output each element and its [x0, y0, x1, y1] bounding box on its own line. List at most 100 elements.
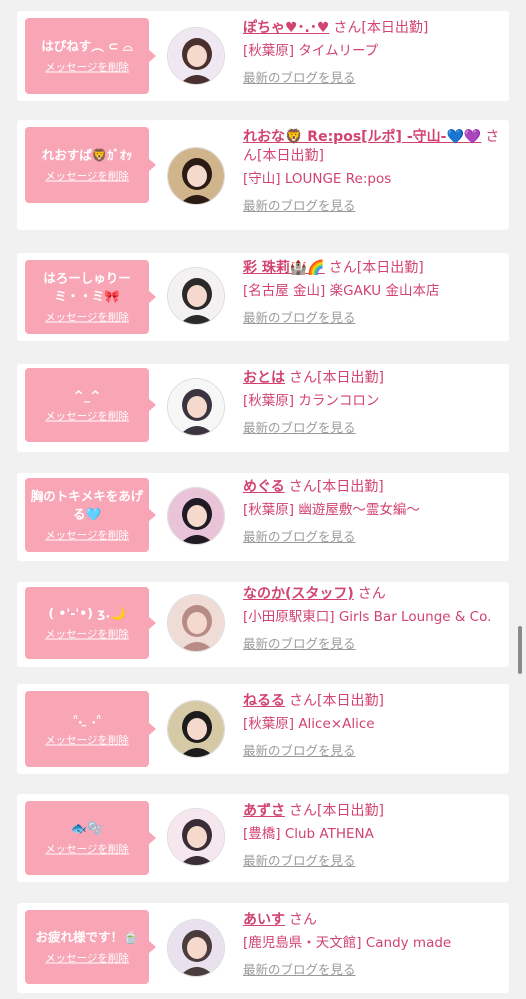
message-bubble: ^_^ メッセージを削除: [25, 368, 156, 442]
cast-info: ねるる さん[本日出勤] [秋葉原] Alice×Alice 最新のブログを見る: [243, 692, 505, 759]
shop-name: [秋葉原] 幽遊屋敷〜霊女編〜: [243, 502, 420, 518]
name-line: めぐる さん[本日出勤]: [243, 478, 505, 497]
cast-status: さん[本日出勤]: [288, 479, 384, 495]
message-text: 胸のトキメキをあげる🩵: [30, 488, 144, 522]
message-text: ( •'-'•) ʒ.🌙: [48, 605, 126, 621]
latest-blog-link[interactable]: 最新のブログを見る: [243, 740, 505, 759]
latest-blog-link[interactable]: 最新のブログを見る: [243, 633, 505, 652]
cast-info: めぐる さん[本日出勤] [秋葉原] 幽遊屋敷〜霊女編〜 最新のブログを見る: [243, 478, 505, 545]
latest-blog-link[interactable]: 最新のブログを見る: [243, 850, 505, 869]
cast-name-link[interactable]: ぽちゃ♥･.･♥: [243, 20, 329, 36]
message-bubble: ᐢ. ̫ .ᐢ メッセージを削除: [25, 691, 156, 767]
delete-message-link[interactable]: メッセージを削除: [45, 310, 129, 325]
delete-message-link[interactable]: メッセージを削除: [45, 627, 129, 642]
shop-name: [鹿児島県・天文館] Candy made: [243, 935, 452, 951]
latest-blog-link[interactable]: 最新のブログを見る: [243, 417, 505, 436]
message-text: はぴねす︵ ⊂ ⌓: [41, 38, 133, 54]
avatar[interactable]: [167, 27, 225, 85]
avatar-image: [168, 148, 224, 204]
avatar[interactable]: [167, 147, 225, 205]
latest-blog-link[interactable]: 最新のブログを見る: [243, 307, 505, 326]
message-card: ᐢ. ̫ .ᐢ メッセージを削除 ねるる さん[本日出勤] [秋葉原] Alice…: [17, 684, 509, 774]
name-line: ねるる さん[本日出勤]: [243, 692, 505, 711]
avatar-image: [168, 809, 224, 865]
message-text: れおすぱ🦁ｶﾞｵｯ: [41, 147, 133, 163]
delete-message-link[interactable]: メッセージを削除: [45, 733, 129, 748]
cast-status: さん[本日出勤]: [328, 260, 424, 276]
avatar[interactable]: [167, 700, 225, 758]
message-text: 🐟🫧: [71, 820, 103, 836]
shop-name: [秋葉原] カランコロン: [243, 393, 380, 409]
scrollbar[interactable]: [518, 626, 522, 674]
cast-name-link[interactable]: あずさ: [243, 803, 285, 819]
shop-name: [豊橋] Club ATHENA: [243, 826, 374, 842]
cast-name-link[interactable]: おとは: [243, 370, 285, 386]
message-bubble: 🐟🫧 メッセージを削除: [25, 801, 156, 875]
avatar-image: [168, 920, 224, 976]
message-card: 🐟🫧 メッセージを削除 あずさ さん[本日出勤] [豊橋] Club ATHENA…: [17, 794, 509, 882]
cast-info: あいす さん [鹿児島県・天文館] Candy made 最新のブログを見る: [243, 911, 505, 978]
message-text: お疲れ様です！🍵: [35, 929, 139, 945]
message-text: ^_^: [73, 387, 101, 403]
name-line: おとは さん[本日出勤]: [243, 369, 505, 388]
cast-name-link[interactable]: 彩 珠莉🏰🌈: [243, 260, 325, 276]
name-line: あいす さん: [243, 911, 505, 930]
cast-status: さん: [289, 912, 317, 928]
message-text: はろーしゅりーミ・・ミ🎀: [43, 270, 131, 304]
shop-name: [名古屋 金山] 楽GAKU 金山本店: [243, 283, 440, 299]
avatar-image: [168, 701, 224, 757]
avatar[interactable]: [167, 487, 225, 545]
cast-name-link[interactable]: れおな🦁 Re:pos[ルポ] -守山-💙💜: [243, 129, 481, 145]
cast-info: おとは さん[本日出勤] [秋葉原] カランコロン 最新のブログを見る: [243, 369, 505, 436]
delete-message-link[interactable]: メッセージを削除: [45, 528, 129, 543]
shop-name: [小田原駅東口] Girls Bar Lounge & Co.: [243, 609, 492, 625]
delete-message-link[interactable]: メッセージを削除: [45, 842, 129, 857]
delete-message-link[interactable]: メッセージを削除: [45, 409, 129, 424]
avatar[interactable]: [167, 378, 225, 436]
latest-blog-link[interactable]: 最新のブログを見る: [243, 195, 505, 214]
avatar-image: [168, 488, 224, 544]
name-line: 彩 珠莉🏰🌈 さん[本日出勤]: [243, 259, 505, 278]
cast-status: さん: [357, 586, 386, 602]
name-line: ぽちゃ♥･.･♥ さん[本日出勤]: [243, 19, 505, 38]
cast-name-link[interactable]: ねるる: [243, 693, 285, 709]
latest-blog-link[interactable]: 最新のブログを見る: [243, 959, 505, 978]
latest-blog-link[interactable]: 最新のブログを見る: [243, 526, 505, 545]
shop-name: [守山] LOUNGE Re:pos: [243, 171, 392, 187]
avatar[interactable]: [167, 267, 225, 325]
cast-status: さん[本日出勤]: [289, 370, 384, 386]
message-bubble: 胸のトキメキをあげる🩵 メッセージを削除: [25, 478, 156, 552]
delete-message-link[interactable]: メッセージを削除: [45, 169, 129, 184]
avatar[interactable]: [167, 808, 225, 866]
message-card: お疲れ様です！🍵 メッセージを削除 あいす さん [鹿児島県・天文館] Candy…: [17, 903, 509, 993]
message-card: れおすぱ🦁ｶﾞｵｯ メッセージを削除 れおな🦁 Re:pos[ルポ] -守山-💙…: [17, 120, 509, 230]
avatar-image: [168, 28, 224, 84]
cast-info: ぽちゃ♥･.･♥ さん[本日出勤] [秋葉原] タイムリープ 最新のブログを見る: [243, 19, 505, 86]
message-bubble: はろーしゅりーミ・・ミ🎀 メッセージを削除: [25, 260, 156, 334]
message-card: 胸のトキメキをあげる🩵 メッセージを削除 めぐる さん[本日出勤] [秋葉原] 幽…: [17, 473, 509, 561]
cast-name-link[interactable]: あいす: [243, 912, 285, 928]
message-bubble: お疲れ様です！🍵 メッセージを削除: [25, 910, 156, 984]
delete-message-link[interactable]: メッセージを削除: [45, 60, 129, 75]
cast-name-link[interactable]: なのか(スタッフ): [243, 586, 354, 602]
message-bubble: ( •'-'•) ʒ.🌙 メッセージを削除: [25, 587, 156, 659]
shop-name: [秋葉原] タイムリープ: [243, 43, 379, 59]
avatar-image: [168, 268, 224, 324]
avatar-image: [168, 595, 224, 651]
delete-message-link[interactable]: メッセージを削除: [45, 951, 129, 966]
cast-name-link[interactable]: めぐる: [243, 479, 285, 495]
cast-status: さん[本日出勤]: [289, 803, 384, 819]
name-line: あずさ さん[本日出勤]: [243, 802, 505, 821]
latest-blog-link[interactable]: 最新のブログを見る: [243, 67, 505, 86]
avatar-image: [168, 379, 224, 435]
name-line: れおな🦁 Re:pos[ルポ] -守山-💙💜 さん[本日出勤]: [243, 128, 505, 166]
message-card: はぴねす︵ ⊂ ⌓ メッセージを削除 ぽちゃ♥･.･♥ さん[本日出勤] [秋葉原…: [17, 11, 509, 101]
message-card: ( •'-'•) ʒ.🌙 メッセージを削除 なのか(スタッフ) さん [小田原駅東…: [17, 582, 509, 667]
avatar[interactable]: [167, 594, 225, 652]
cast-info: あずさ さん[本日出勤] [豊橋] Club ATHENA 最新のブログを見る: [243, 802, 505, 869]
name-line: なのか(スタッフ) さん: [243, 585, 505, 604]
message-text: ᐢ. ̫ .ᐢ: [72, 711, 102, 727]
avatar[interactable]: [167, 919, 225, 977]
cast-info: 彩 珠莉🏰🌈 さん[本日出勤] [名古屋 金山] 楽GAKU 金山本店 最新のブロ…: [243, 259, 505, 326]
message-bubble: はぴねす︵ ⊂ ⌓ メッセージを削除: [25, 18, 156, 94]
